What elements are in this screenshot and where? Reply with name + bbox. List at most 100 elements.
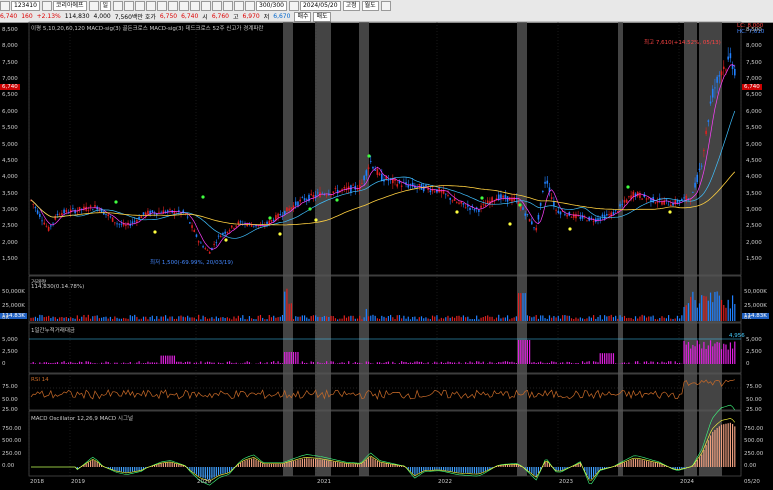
indicator-bar (522, 340, 524, 364)
candle-body (557, 210, 560, 213)
candle-body (707, 120, 710, 122)
indicator-bar (228, 361, 231, 364)
volume-bar (681, 315, 683, 321)
price-axis-tick-left: 2,500 (2, 223, 18, 230)
indicator-bar (275, 363, 277, 364)
volume-bar (606, 316, 608, 321)
macd-oscillator-bar (734, 426, 736, 467)
macd-oscillator-bar (423, 467, 425, 471)
volume-bar (491, 316, 493, 321)
candle-body (233, 227, 235, 229)
volume-bar (414, 316, 416, 321)
ma20-line (30, 110, 736, 239)
macd-oscillator-bar (506, 464, 509, 467)
indicator-bar (670, 361, 672, 364)
indicator-bar (542, 362, 544, 364)
macd-oscillator-bar (707, 440, 709, 467)
volume-bar (670, 318, 672, 321)
price-badge-right: 6,740 (742, 84, 762, 90)
candle-body (396, 184, 399, 187)
macd-oscillator-bar (533, 467, 535, 475)
candle-body (202, 246, 204, 248)
macd-oscillator-bar (720, 424, 723, 467)
macd-oscillator-bar (257, 460, 259, 467)
indicator-bar (323, 363, 326, 364)
price-axis-tick-left: 3,500 (2, 190, 18, 197)
macd-oscillator-bar (562, 467, 564, 470)
macd-oscillator-bar (564, 467, 566, 470)
macd-oscillator-bar (529, 467, 531, 472)
indicator-bar (694, 346, 696, 364)
macd-oscillator-bar (345, 463, 348, 467)
volume-bar (228, 318, 231, 321)
volume-bar (734, 304, 736, 321)
indicator-bar (235, 362, 237, 364)
price-axis-tick-left: 2,000 (2, 239, 18, 246)
volume-bar (392, 317, 394, 321)
volume-bar (654, 319, 656, 321)
macd-oscillator-bar (546, 461, 548, 467)
candle-body (213, 243, 215, 245)
volume-bar (445, 317, 447, 321)
volume-bar (551, 317, 553, 321)
candle-body (676, 200, 679, 204)
volume-bar (59, 317, 61, 321)
volume-bar (579, 317, 581, 321)
candle-body (670, 204, 672, 207)
candle-body (299, 199, 301, 202)
indicator-bar (674, 361, 676, 364)
candle-body (206, 249, 209, 251)
candle-body (297, 201, 299, 206)
candle-body (387, 179, 390, 181)
macd-oscillator-bar (228, 467, 231, 472)
volume-bar (661, 316, 663, 321)
candle-body (47, 227, 50, 231)
indicator-bar (665, 362, 667, 364)
macd-oscillator-bar (500, 465, 502, 467)
volume-bar (648, 316, 650, 321)
indicator-bar (381, 363, 383, 364)
candle-body (288, 208, 290, 211)
candle-body (480, 205, 482, 208)
indicator-bar (376, 362, 378, 364)
volume-bar (310, 316, 312, 321)
indicator-bar (356, 362, 359, 364)
macd-oscillator-bar (390, 464, 392, 467)
volume-bar (204, 316, 206, 321)
indicator-bar (548, 362, 551, 364)
price-axis-tick-left: 6,500 (2, 92, 18, 99)
volume-axis-tick-right: 0K (744, 315, 752, 321)
candle-body (478, 210, 480, 212)
candle-body (283, 210, 286, 215)
macd-legend: MACD Oscillator 12,26,9 MACD 시그널 (31, 416, 134, 422)
macd-oscillator-bar (641, 459, 643, 467)
indicator-bar (480, 362, 482, 364)
volume-axis-tick-left: 25,000K (2, 303, 25, 309)
macd-oscillator-bar (531, 467, 533, 474)
volume-bar (498, 314, 500, 321)
candle-body (217, 235, 220, 237)
volume-bar (123, 317, 125, 321)
candle-body (239, 221, 242, 223)
candle-body (197, 241, 200, 243)
candle-body (189, 222, 191, 224)
volume-bar (553, 316, 555, 321)
candle-body (144, 212, 147, 216)
golden-cross-marker (268, 216, 272, 220)
macd-oscillator-bar (246, 460, 248, 467)
volume-bar (303, 315, 306, 321)
indicator-bar (509, 362, 511, 364)
volume-bar (429, 319, 431, 321)
macd-oscillator-bar (449, 467, 451, 472)
macd-oscillator-bar (242, 461, 244, 467)
volume-bar (592, 315, 595, 321)
candle-body (365, 170, 368, 176)
macd-oscillator-bar (209, 467, 211, 480)
volume-bar (131, 316, 134, 321)
panel-frame-ind (28, 322, 742, 374)
candle-body (714, 87, 716, 89)
indicator-bar (478, 361, 480, 364)
x-axis-tick: 2019 (71, 479, 85, 485)
candle-body (111, 217, 114, 222)
macd-oscillator-bar (509, 464, 511, 467)
